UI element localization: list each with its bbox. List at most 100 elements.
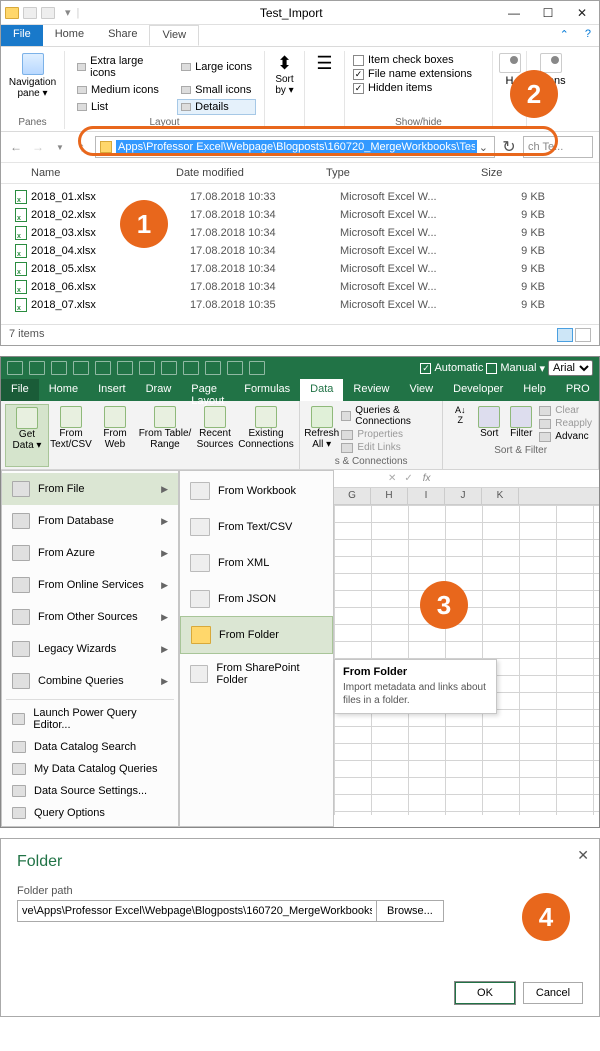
recent-locations[interactable]: ▼ bbox=[51, 138, 69, 156]
advanced-button[interactable]: Advanc bbox=[537, 430, 594, 443]
queries-connections-button[interactable]: Queries & Connections bbox=[339, 404, 438, 428]
col-H[interactable]: H bbox=[371, 488, 408, 504]
get-data-button[interactable]: Get Data ▾ bbox=[5, 404, 49, 467]
menu-from-online-services[interactable]: From Online Services▶ bbox=[2, 569, 178, 601]
tab-review[interactable]: Review bbox=[343, 379, 399, 401]
thumbnails-view-icon[interactable] bbox=[575, 328, 591, 342]
from-web-button[interactable]: From Web bbox=[93, 404, 137, 467]
filter-button[interactable]: Filter bbox=[505, 404, 537, 443]
menu-my-data-catalog-queries[interactable]: My Data Catalog Queries bbox=[2, 758, 178, 780]
undo-icon[interactable] bbox=[29, 361, 45, 375]
tab-formulas[interactable]: Formulas bbox=[234, 379, 300, 401]
layout-list[interactable]: List bbox=[73, 99, 167, 115]
from-table-button[interactable]: From Table/ Range bbox=[137, 404, 193, 467]
search-box[interactable]: ch Te... bbox=[523, 136, 593, 158]
column-headers[interactable]: GHIJK bbox=[334, 488, 599, 505]
tab-help[interactable]: Help bbox=[513, 379, 556, 401]
address-input[interactable] bbox=[116, 140, 477, 154]
refresh-button[interactable]: ↻ bbox=[499, 137, 519, 157]
existing-connections-button[interactable]: Existing Connections bbox=[237, 404, 295, 467]
tab-page-layout[interactable]: Page Layout bbox=[181, 379, 234, 401]
ribbon-collapse[interactable]: ⌃ bbox=[552, 25, 577, 46]
details-view-icon[interactable] bbox=[557, 328, 573, 342]
submenu-from-json[interactable]: From JSON bbox=[180, 581, 333, 617]
file-row[interactable]: 2018_02.xlsx17.08.2018 10:34Microsoft Ex… bbox=[15, 206, 599, 224]
file-row[interactable]: 2018_01.xlsx17.08.2018 10:33Microsoft Ex… bbox=[15, 188, 599, 206]
sort-dialog-button[interactable]: Sort bbox=[473, 404, 505, 443]
file-row[interactable]: 2018_04.xlsx17.08.2018 10:34Microsoft Ex… bbox=[15, 242, 599, 260]
fx-cancel[interactable]: ✕ bbox=[384, 473, 400, 484]
submenu-from-folder[interactable]: From Folder bbox=[180, 616, 333, 654]
back-button[interactable]: ← bbox=[7, 138, 25, 156]
refresh-all-button[interactable]: Refresh All ▾ bbox=[304, 404, 339, 454]
minimize-button[interactable]: — bbox=[497, 1, 531, 25]
col-I[interactable]: I bbox=[408, 488, 445, 504]
tab-developer[interactable]: Developer bbox=[443, 379, 513, 401]
help-icon[interactable]: ? bbox=[577, 25, 599, 46]
folder-path-input[interactable] bbox=[17, 900, 377, 922]
tab-home[interactable]: Home bbox=[43, 25, 96, 46]
tab-home[interactable]: Home bbox=[39, 379, 88, 401]
cancel-button[interactable]: Cancel bbox=[523, 982, 583, 1004]
tab-pro[interactable]: PRO bbox=[556, 379, 600, 401]
manual-checkbox[interactable] bbox=[486, 363, 497, 374]
font-selector[interactable]: Arial bbox=[548, 360, 593, 376]
tab-data[interactable]: Data bbox=[300, 379, 343, 401]
edit-links-button[interactable]: Edit Links bbox=[339, 441, 438, 454]
file-row[interactable]: 2018_05.xlsx17.08.2018 10:34Microsoft Ex… bbox=[15, 260, 599, 278]
column-headers[interactable]: Name Date modified Type Size bbox=[1, 163, 599, 184]
auto-checkbox[interactable]: ✓ bbox=[420, 363, 431, 374]
menu-legacy-wizards[interactable]: Legacy Wizards▶ bbox=[2, 633, 178, 665]
submenu-from-workbook[interactable]: From Workbook bbox=[180, 473, 333, 509]
maximize-button[interactable]: ☐ bbox=[531, 1, 565, 25]
sort-az-button[interactable]: A↓Z bbox=[447, 404, 473, 443]
ok-button[interactable]: OK bbox=[455, 982, 515, 1004]
reapply-button[interactable]: Reapply bbox=[537, 417, 594, 430]
address-bar[interactable]: ⌄ bbox=[95, 136, 495, 158]
menu-from-other-sources[interactable]: From Other Sources▶ bbox=[2, 601, 178, 633]
tab-file[interactable]: File bbox=[1, 25, 43, 46]
tab-file[interactable]: File bbox=[1, 379, 39, 401]
menu-launch-power-query-editor-[interactable]: Launch Power Query Editor... bbox=[2, 702, 178, 736]
current-view-buttons[interactable]: ☰ bbox=[313, 53, 336, 88]
qat-icon[interactable] bbox=[205, 361, 221, 375]
layout-lg-icons[interactable]: Large icons bbox=[177, 53, 256, 81]
qat-icon[interactable] bbox=[227, 361, 243, 375]
qat-icon[interactable] bbox=[161, 361, 177, 375]
col-K[interactable]: K bbox=[482, 488, 519, 504]
dialog-close-button[interactable]: ✕ bbox=[577, 847, 589, 864]
file-row[interactable]: 2018_06.xlsx17.08.2018 10:34Microsoft Ex… bbox=[15, 278, 599, 296]
layout-sm-icons[interactable]: Small icons bbox=[177, 82, 256, 98]
menu-query-options[interactable]: Query Options bbox=[2, 802, 178, 824]
clear-button[interactable]: Clear bbox=[537, 404, 594, 417]
menu-from-azure[interactable]: From Azure▶ bbox=[2, 537, 178, 569]
menu-from-file[interactable]: From File▶ bbox=[2, 473, 178, 505]
save-icon[interactable] bbox=[7, 361, 23, 375]
submenu-from-text-csv[interactable]: From Text/CSV bbox=[180, 509, 333, 545]
qat-icon[interactable] bbox=[249, 361, 265, 375]
qat-icon[interactable] bbox=[139, 361, 155, 375]
submenu-from-xml[interactable]: From XML bbox=[180, 545, 333, 581]
layout-details[interactable]: Details bbox=[177, 99, 256, 115]
submenu-from-sharepoint-folder[interactable]: From SharePoint Folder bbox=[180, 653, 333, 695]
from-csv-button[interactable]: From Text/CSV bbox=[49, 404, 93, 467]
tab-insert[interactable]: Insert bbox=[88, 379, 136, 401]
menu-from-database[interactable]: From Database▶ bbox=[2, 505, 178, 537]
col-J[interactable]: J bbox=[445, 488, 482, 504]
file-row[interactable]: 2018_03.xlsx17.08.2018 10:34Microsoft Ex… bbox=[15, 224, 599, 242]
file-extensions-toggle[interactable]: ✓File name extensions bbox=[353, 67, 484, 81]
menu-data-catalog-search[interactable]: Data Catalog Search bbox=[2, 736, 178, 758]
qat-icon[interactable] bbox=[73, 361, 89, 375]
layout-xl-icons[interactable]: Extra large icons bbox=[73, 53, 167, 81]
redo-icon[interactable] bbox=[51, 361, 67, 375]
properties-button[interactable]: Properties bbox=[339, 428, 438, 441]
layout-md-icons[interactable]: Medium icons bbox=[73, 82, 167, 98]
item-checkboxes-toggle[interactable]: Item check boxes bbox=[353, 53, 484, 67]
tab-view[interactable]: View bbox=[149, 25, 199, 46]
file-row[interactable]: 2018_07.xlsx17.08.2018 10:35Microsoft Ex… bbox=[15, 296, 599, 314]
close-button[interactable]: ✕ bbox=[565, 1, 599, 25]
qat-icon[interactable] bbox=[117, 361, 133, 375]
qat-icon[interactable] bbox=[95, 361, 111, 375]
hidden-items-toggle[interactable]: ✓Hidden items bbox=[353, 81, 484, 95]
col-G[interactable]: G bbox=[334, 488, 371, 504]
